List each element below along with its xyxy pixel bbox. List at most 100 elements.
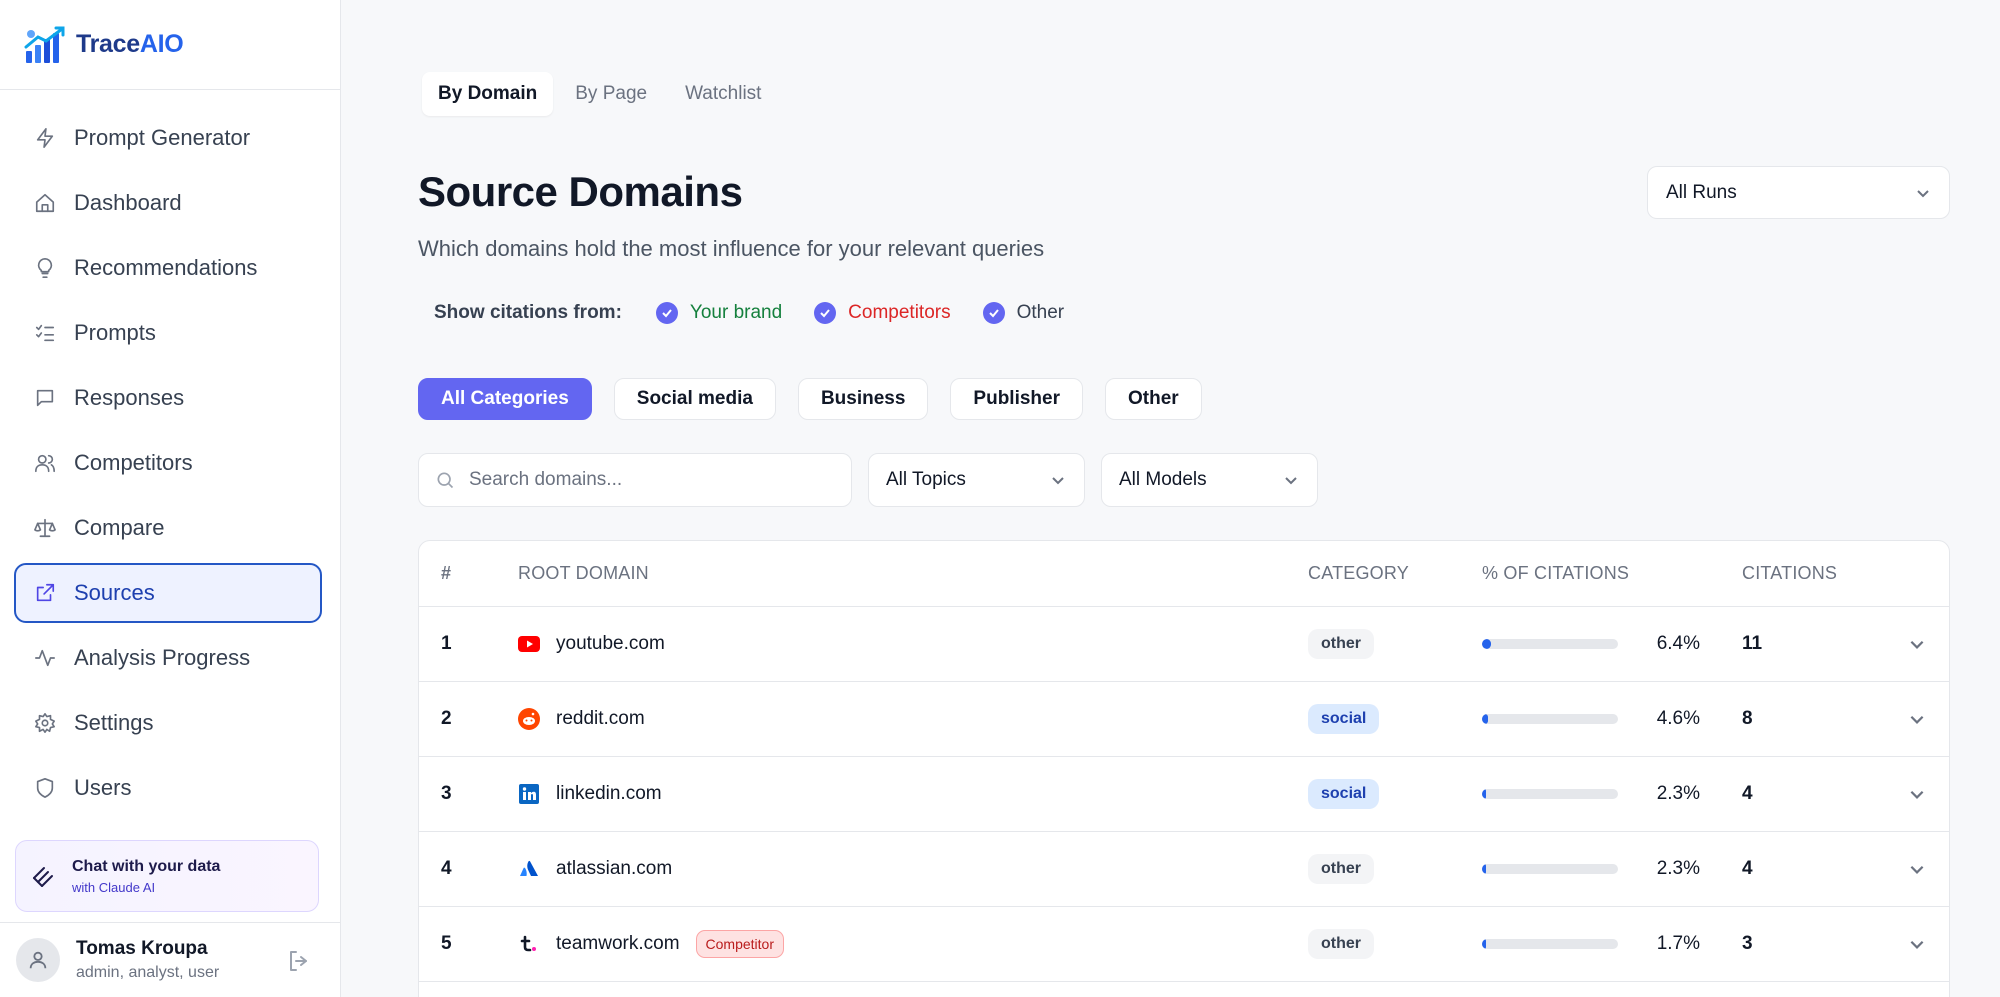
teamwork-icon bbox=[518, 933, 540, 955]
youtube-icon bbox=[518, 633, 540, 655]
domain-name[interactable]: teamwork.com bbox=[556, 933, 680, 955]
row-pct: 1.7% bbox=[1482, 933, 1742, 955]
category-all[interactable]: All Categories bbox=[418, 378, 592, 420]
chevron-down-icon bbox=[1910, 790, 1924, 799]
avatar[interactable] bbox=[16, 938, 60, 982]
claude-icon bbox=[33, 867, 53, 887]
logout-icon[interactable] bbox=[287, 949, 311, 973]
user-icon bbox=[29, 951, 47, 969]
sidebar-item-label: Sources bbox=[74, 580, 155, 605]
sidebar-nav: Prompt Generator Dashboard Recommendatio… bbox=[14, 108, 322, 823]
filter-your-brand-checkbox[interactable]: Your brand bbox=[655, 302, 782, 324]
expand-row-button[interactable] bbox=[1892, 935, 1942, 953]
citation-bar bbox=[1482, 939, 1618, 949]
sidebar-item-label: Prompt Generator bbox=[74, 125, 251, 150]
row-rank: 3 bbox=[441, 783, 452, 804]
col-header-citations[interactable]: CITATIONS bbox=[1742, 563, 1892, 584]
reddit-icon bbox=[518, 708, 540, 730]
chat-with-data-button[interactable]: Chat with your data with Claude AI bbox=[15, 840, 319, 912]
category-badge: social bbox=[1308, 704, 1380, 734]
domain-name[interactable]: atlassian.com bbox=[556, 858, 672, 880]
category-business[interactable]: Business bbox=[797, 378, 929, 420]
sidebar-item-dashboard[interactable]: Dashboard bbox=[14, 173, 322, 233]
category-badge: other bbox=[1308, 929, 1374, 959]
row-domain: linkedin.com bbox=[518, 783, 1308, 805]
check-icon bbox=[655, 302, 678, 324]
search-box bbox=[418, 453, 852, 507]
tab-by-domain[interactable]: By Domain bbox=[422, 72, 554, 116]
chevron-down-icon bbox=[1917, 189, 1929, 197]
row-category: other bbox=[1308, 929, 1482, 959]
expand-row-button[interactable] bbox=[1892, 860, 1942, 878]
user-profile: Tomas Kroupa admin, analyst, user bbox=[0, 922, 341, 997]
category-other[interactable]: Other bbox=[1105, 378, 1202, 420]
expand-row-button[interactable] bbox=[1892, 635, 1942, 653]
category-publisher[interactable]: Publisher bbox=[950, 378, 1083, 420]
col-header-root-domain[interactable]: ROOT DOMAIN bbox=[518, 563, 1308, 584]
sidebar-item-sources[interactable]: Sources bbox=[14, 563, 322, 623]
tab-by-page[interactable]: By Page bbox=[559, 72, 663, 116]
domains-table: # ROOT DOMAIN CATEGORY % OF CITATIONS CI… bbox=[418, 540, 1950, 997]
row-rank: 2 bbox=[441, 708, 452, 729]
table-row[interactable]: 5 teamwork.com Competitor other 1.7% 3 bbox=[419, 907, 1949, 982]
models-select[interactable]: All Models bbox=[1101, 453, 1318, 507]
row-citations: 11 bbox=[1742, 633, 1763, 654]
pct-value: 6.4% bbox=[1656, 633, 1700, 654]
sidebar-item-recommendations[interactable]: Recommendations bbox=[14, 238, 322, 298]
domain-name[interactable]: linkedin.com bbox=[556, 783, 662, 805]
sidebar-item-analysis-progress[interactable]: Analysis Progress bbox=[14, 628, 322, 688]
expand-row-button[interactable] bbox=[1892, 785, 1942, 803]
row-domain: atlassian.com bbox=[518, 858, 1308, 880]
pct-value: 1.7% bbox=[1656, 933, 1700, 954]
tab-watchlist[interactable]: Watchlist bbox=[669, 72, 777, 116]
brand[interactable]: TraceAIO bbox=[0, 0, 340, 90]
table-row[interactable]: 2 reddit.com social 4.6% 8 bbox=[419, 682, 1949, 757]
sidebar-item-label: Analysis Progress bbox=[74, 645, 251, 670]
citation-bar-fill bbox=[1482, 714, 1489, 724]
sidebar-item-settings[interactable]: Settings bbox=[14, 693, 322, 753]
expand-row-button[interactable] bbox=[1892, 710, 1942, 728]
runs-select[interactable]: All Runs bbox=[1647, 166, 1950, 219]
col-header-pct-citations[interactable]: % OF CITATIONS bbox=[1482, 563, 1742, 584]
table-row[interactable]: 1 youtube.com other 6.4% 11 bbox=[419, 607, 1949, 682]
sidebar-item-users[interactable]: Users bbox=[14, 758, 322, 818]
sidebar-item-label: Recommendations bbox=[74, 255, 258, 280]
topics-select[interactable]: All Topics bbox=[868, 453, 1085, 507]
table-row[interactable]: 3 linkedin.com social 2.3% 4 bbox=[419, 757, 1949, 832]
domain-name[interactable]: reddit.com bbox=[556, 708, 645, 730]
external-link-icon bbox=[36, 583, 55, 602]
chat-subtitle: with Claude AI bbox=[72, 879, 156, 895]
citations-filter-label: Show citations from: bbox=[434, 302, 622, 323]
atlassian-icon bbox=[518, 858, 540, 880]
citation-bar-fill bbox=[1482, 639, 1491, 649]
search-input[interactable] bbox=[469, 469, 829, 491]
citation-bar-fill bbox=[1482, 939, 1487, 949]
category-social-media[interactable]: Social media bbox=[613, 378, 776, 420]
row-category: social bbox=[1308, 779, 1482, 809]
domain-name[interactable]: youtube.com bbox=[556, 633, 665, 655]
col-header-category[interactable]: CATEGORY bbox=[1308, 563, 1482, 584]
sidebar-item-compare[interactable]: Compare bbox=[14, 498, 322, 558]
sidebar-item-competitors[interactable]: Competitors bbox=[14, 433, 322, 493]
gear-icon bbox=[35, 713, 55, 733]
citation-bar bbox=[1482, 789, 1618, 799]
row-category: other bbox=[1308, 854, 1482, 884]
shield-icon bbox=[36, 778, 54, 798]
lightbulb-icon bbox=[37, 258, 53, 278]
chevron-down-icon bbox=[1910, 865, 1924, 874]
sidebar-item-prompt-generator[interactable]: Prompt Generator bbox=[14, 108, 322, 168]
models-select-value: All Models bbox=[1119, 469, 1207, 490]
check-icon bbox=[814, 302, 837, 324]
scale-icon bbox=[34, 518, 56, 538]
sidebar-item-label: Responses bbox=[74, 385, 185, 410]
chevron-down-icon bbox=[1910, 940, 1924, 949]
row-pct: 2.3% bbox=[1482, 858, 1742, 880]
filter-other-checkbox[interactable]: Other bbox=[982, 302, 1064, 324]
runs-select-value: All Runs bbox=[1666, 181, 1737, 203]
sidebar-item-prompts[interactable]: Prompts bbox=[14, 303, 322, 363]
topics-select-value: All Topics bbox=[886, 469, 966, 490]
filter-competitors-checkbox[interactable]: Competitors bbox=[814, 302, 951, 324]
sidebar-item-responses[interactable]: Responses bbox=[14, 368, 322, 428]
row-citations: 4 bbox=[1742, 783, 1753, 804]
table-row[interactable]: 4 atlassian.com other 2.3% 4 bbox=[419, 832, 1949, 907]
